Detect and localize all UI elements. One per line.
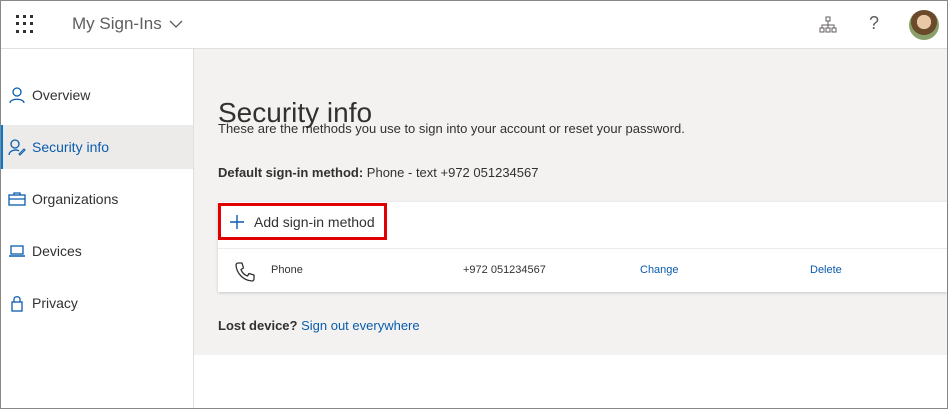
sidebar-item-label: Security info xyxy=(32,139,110,155)
sidebar-item-organizations[interactable]: Organizations xyxy=(1,177,193,221)
sidebar-item-label: Organizations xyxy=(32,191,119,207)
default-method-label: Default sign-in method: xyxy=(218,165,364,180)
main-footer-area xyxy=(194,355,947,408)
top-header: My Sign-Ins ? xyxy=(1,1,947,49)
sidebar-item-privacy[interactable]: Privacy xyxy=(1,281,193,325)
change-method-link[interactable]: Change xyxy=(640,264,679,276)
divider xyxy=(218,248,947,249)
main-content: Security info These are the methods you … xyxy=(194,49,947,355)
person-edit-icon xyxy=(8,139,26,156)
delete-method-link[interactable]: Delete xyxy=(810,264,842,276)
sign-out-everywhere-link[interactable]: Sign out everywhere xyxy=(301,318,420,333)
add-sign-in-method-label: Add sign-in method xyxy=(254,213,375,230)
app-launcher-icon[interactable] xyxy=(16,15,34,33)
help-icon[interactable]: ? xyxy=(869,13,879,34)
method-type: Phone xyxy=(271,264,303,276)
sidebar-item-devices[interactable]: Devices xyxy=(1,229,193,273)
phone-icon xyxy=(235,262,255,282)
sidebar-item-label: Overview xyxy=(32,87,91,103)
app-switcher[interactable]: My Sign-Ins xyxy=(72,14,183,34)
sidebar: Overview Security info Organizations Dev… xyxy=(1,49,194,408)
organization-chart-icon[interactable] xyxy=(819,16,837,34)
person-icon xyxy=(9,87,25,104)
briefcase-icon xyxy=(8,192,26,206)
lost-device-label: Lost device? xyxy=(218,318,298,333)
default-sign-in-method: Default sign-in method: Phone - text +97… xyxy=(218,165,538,180)
sidebar-item-security-info[interactable]: Security info xyxy=(1,125,193,169)
default-method-value: Phone - text +972 051234567 xyxy=(366,165,539,180)
methods-card: Add sign-in method Phone +972 051234567 … xyxy=(218,202,947,292)
method-value: +972 051234567 xyxy=(463,264,546,276)
avatar[interactable] xyxy=(909,10,939,40)
plus-icon xyxy=(230,214,244,229)
lost-device-section: Lost device? Sign out everywhere xyxy=(218,318,420,333)
sidebar-item-label: Devices xyxy=(32,243,82,259)
app-title: My Sign-Ins xyxy=(72,14,162,33)
laptop-icon xyxy=(9,245,25,257)
sidebar-item-overview[interactable]: Overview xyxy=(1,73,193,117)
chevron-down-icon xyxy=(169,20,183,28)
page-description: These are the methods you use to sign in… xyxy=(218,121,685,136)
lock-icon xyxy=(11,296,23,312)
add-sign-in-method-button[interactable]: Add sign-in method xyxy=(218,203,387,240)
sidebar-item-label: Privacy xyxy=(32,295,78,311)
